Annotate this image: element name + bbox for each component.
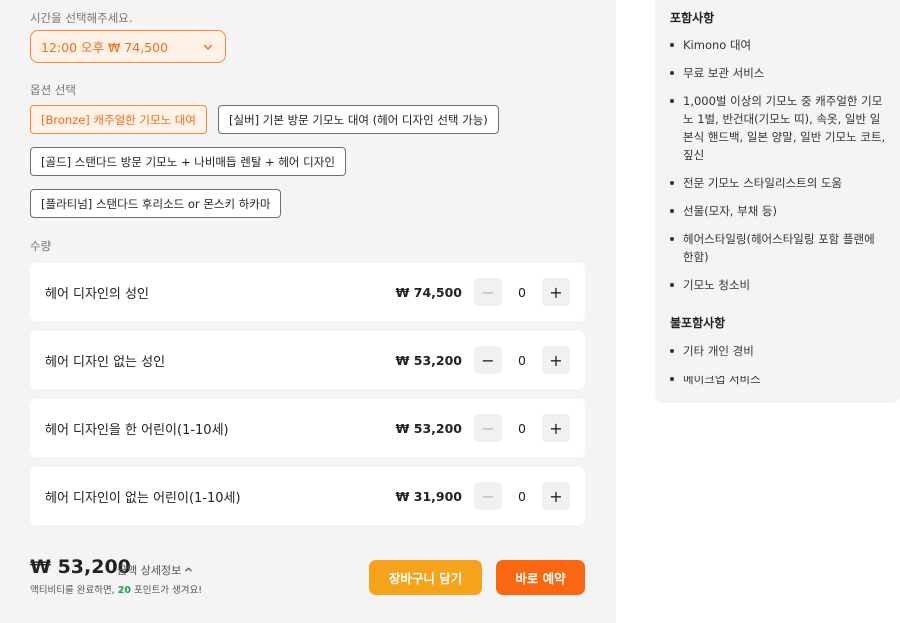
minus-icon: − — [481, 418, 495, 438]
minus-icon: − — [481, 486, 495, 506]
quantity-row-adult-no-hair: 헤어 디자인 없는 성인 ₩ 53,200 − 0 + — [30, 331, 585, 389]
options-section-label: 옵션 선택 — [30, 83, 76, 97]
quantity-value: 0 — [518, 352, 526, 368]
quantity-row-price: ₩ 53,200 — [395, 352, 462, 368]
inclusions-card: 포함사항 Kimono 대여 무료 보관 서비스 1,000벌 이상의 기모노 … — [655, 0, 900, 403]
chevron-up-icon — [184, 564, 193, 577]
quantity-row-adult-hair: 헤어 디자인의 성인 ₩ 74,500 − 0 + — [30, 263, 585, 321]
quantity-section-label: 수량 — [30, 239, 52, 253]
chevron-down-icon — [201, 40, 215, 54]
quantity-row-child-no-hair: 헤어 디자인이 없는 어린이(1-10세) ₩ 31,900 − 0 + — [30, 467, 585, 525]
excluded-heading: 불포함사항 — [670, 316, 726, 330]
quantity-row-name: 헤어 디자인을 한 어린이(1-10세) — [45, 422, 229, 438]
plus-icon: + — [549, 350, 563, 370]
total-price: ₩ 53,200 — [30, 556, 131, 578]
list-item: 전문 기모노 스타일리스트의 도움 — [668, 174, 888, 192]
plus-button[interactable]: + — [542, 346, 570, 374]
option-silver[interactable]: [실버] 기본 방문 기모노 대여 (헤어 디자인 선택 가능) — [218, 105, 499, 134]
quantity-row-name: 헤어 디자인이 없는 어린이(1-10세) — [45, 490, 241, 506]
fade-overlay — [655, 352, 900, 376]
plus-button[interactable]: + — [542, 482, 570, 510]
price-detail-label: 금액 상세정보 — [117, 564, 182, 577]
list-item: Kimono 대여 — [668, 36, 888, 54]
minus-button[interactable]: − — [474, 278, 502, 306]
points-prefix: 액티비티를 완료하면, — [30, 585, 115, 596]
included-heading: 포함사항 — [670, 11, 715, 25]
add-to-cart-button[interactable]: 장바구니 담기 — [369, 560, 482, 595]
points-note: 액티비티를 완료하면, 20 포인트가 생겨요! — [30, 582, 202, 596]
quantity-row-price: ₩ 53,200 — [395, 420, 462, 436]
plus-button[interactable]: + — [542, 278, 570, 306]
included-list: Kimono 대여 무료 보관 서비스 1,000벌 이상의 기모노 중 캐주얼… — [668, 36, 888, 304]
time-section-label: 시간을 선택해주세요. — [30, 11, 133, 25]
minus-icon: − — [481, 282, 495, 302]
minus-button[interactable]: − — [474, 482, 502, 510]
option-bronze[interactable]: [Bronze] 캐주얼한 기모노 대여 — [30, 105, 207, 134]
option-gold[interactable]: [골드] 스탠다드 방문 기모노 + 나비매듭 렌탈 + 헤어 디자인 — [30, 147, 346, 176]
quantity-row-price: ₩ 74,500 — [395, 284, 462, 300]
plus-icon: + — [549, 282, 563, 302]
minus-button[interactable]: − — [474, 346, 502, 374]
quantity-row-name: 헤어 디자인의 성인 — [45, 286, 149, 302]
list-item: 선물(모자, 부채 등) — [668, 202, 888, 220]
option-platinum[interactable]: [플라티넘] 스탠다드 후리소드 or 몬스키 하카마 — [30, 189, 282, 218]
minus-button[interactable]: − — [474, 414, 502, 442]
quantity-value: 0 — [518, 284, 526, 300]
quantity-row-price: ₩ 31,900 — [395, 488, 462, 504]
quantity-row-child-hair: 헤어 디자인을 한 어린이(1-10세) ₩ 53,200 − 0 + — [30, 399, 585, 457]
plus-icon: + — [549, 418, 563, 438]
book-now-button[interactable]: 바로 예약 — [496, 560, 585, 595]
list-item: 기모노 청소비 — [668, 276, 888, 294]
minus-icon: − — [481, 350, 495, 370]
points-suffix: 포인트가 생겨요! — [134, 585, 203, 596]
booking-panel: 시간을 선택해주세요. 12:00 오후 ₩ 74,500 옵션 선택 [Bro… — [0, 0, 616, 623]
plus-icon: + — [549, 486, 563, 506]
list-item: 무료 보관 서비스 — [668, 64, 888, 82]
quantity-value: 0 — [518, 420, 526, 436]
time-select-value: 12:00 오후 ₩ 74,500 — [41, 40, 169, 55]
quantity-row-name: 헤어 디자인 없는 성인 — [45, 354, 166, 370]
plus-button[interactable]: + — [542, 414, 570, 442]
list-item: 헤어스타일링(헤어스타일링 포함 플랜에 한함) — [668, 230, 888, 266]
quantity-value: 0 — [518, 488, 526, 504]
price-detail-link[interactable]: 금액 상세정보 — [117, 562, 193, 578]
points-value: 20 — [117, 585, 131, 596]
list-item: 1,000벌 이상의 기모노 중 캐주얼한 기모노 1벌, 반건대(기모노 띠)… — [668, 92, 888, 164]
time-select-dropdown[interactable]: 12:00 오후 ₩ 74,500 — [30, 30, 226, 63]
